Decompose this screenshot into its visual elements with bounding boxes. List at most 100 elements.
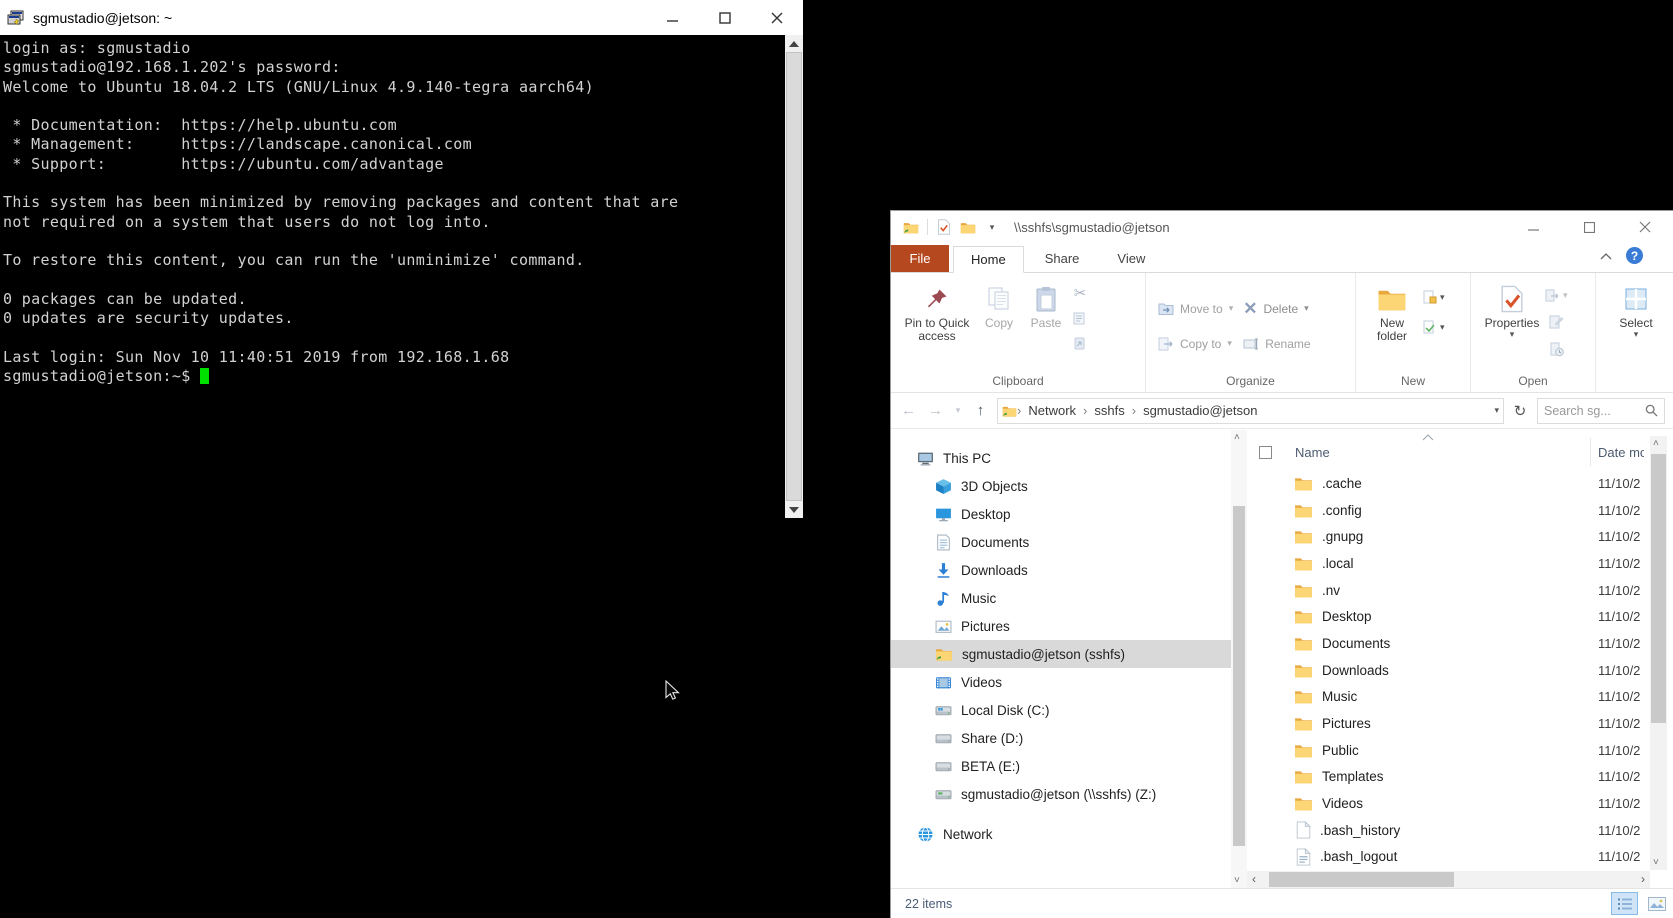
column-header-date-modified[interactable]: Date mo: [1598, 445, 1644, 460]
rename-button[interactable]: Rename: [1243, 331, 1310, 357]
paste-shortcut-button[interactable]: [1073, 332, 1087, 354]
details-view-button[interactable]: [1611, 892, 1638, 915]
tab-home[interactable]: Home: [953, 246, 1024, 273]
breadcrumb-network[interactable]: Network: [1021, 403, 1083, 418]
search-box[interactable]: [1537, 398, 1665, 424]
navpane-scrollbar[interactable]: ˄ ˅: [1231, 430, 1247, 888]
collapse-ribbon-icon[interactable]: [1600, 252, 1612, 260]
pin-to-quick-access-button[interactable]: Pin to Quick access: [899, 278, 975, 370]
sidebar-item-pictures[interactable]: Pictures: [891, 612, 1231, 640]
properties-button[interactable]: Properties ▾: [1479, 278, 1545, 370]
sidebar-item-3d-objects[interactable]: 3D Objects: [891, 472, 1231, 500]
explorer-titlebar[interactable]: ▾ \\sshfs\sgmustadio@jetson: [891, 211, 1673, 243]
history-button[interactable]: [1545, 338, 1568, 360]
sidebar-item-share-d[interactable]: Share (D:): [891, 724, 1231, 752]
scroll-down-arrow-icon[interactable]: ˅: [1234, 875, 1240, 886]
file-row[interactable]: Pictures 11/10/2: [1247, 710, 1650, 737]
breadcrumb-sshfs[interactable]: sshfs: [1087, 403, 1131, 418]
back-button[interactable]: ←: [895, 398, 922, 424]
refresh-button[interactable]: ↻: [1507, 398, 1533, 424]
terminal-scrollbar[interactable]: [785, 35, 803, 518]
qat-properties-button[interactable]: [932, 215, 956, 239]
tab-view[interactable]: View: [1100, 245, 1162, 272]
copy-button[interactable]: Copy: [975, 278, 1023, 370]
file-row[interactable]: Music 11/10/2: [1247, 684, 1650, 711]
sidebar-item-videos[interactable]: Videos: [891, 668, 1231, 696]
column-header-name[interactable]: Name: [1295, 445, 1330, 460]
copy-to-button[interactable]: Copy to ▾: [1158, 331, 1233, 357]
search-input[interactable]: [1544, 404, 1645, 418]
new-folder-button[interactable]: New folder: [1364, 278, 1420, 370]
sidebar-item-this-pc[interactable]: This PC: [891, 444, 1231, 472]
qat-new-folder-button[interactable]: [956, 215, 980, 239]
scroll-down-arrow-icon[interactable]: ˅: [1653, 857, 1659, 868]
edit-button[interactable]: [1545, 311, 1568, 333]
breadcrumb-current-folder[interactable]: sgmustadio@jetson: [1136, 403, 1264, 418]
file-row[interactable]: .local 11/10/2: [1247, 550, 1650, 577]
paste-button[interactable]: Paste: [1023, 278, 1069, 370]
explorer-maximize-button[interactable]: [1561, 211, 1617, 243]
sidebar-item-sshfs-selected[interactable]: sgmustadio@jetson (sshfs): [891, 640, 1231, 668]
column-separator[interactable]: [1590, 438, 1591, 466]
scrollbar-thumb[interactable]: [1651, 454, 1666, 723]
putty-minimize-button[interactable]: [647, 0, 699, 35]
tab-share[interactable]: Share: [1028, 245, 1097, 272]
new-item-button[interactable]: ▾: [1422, 286, 1445, 308]
putty-close-button[interactable]: [751, 0, 803, 35]
recent-locations-dropdown[interactable]: ▾: [949, 398, 967, 424]
terminal-line: sgmustadio@192.168.1.202's password:: [3, 58, 781, 77]
qat-customize-dropdown[interactable]: ▾: [980, 215, 1004, 239]
putty-maximize-button[interactable]: [699, 0, 751, 35]
file-row[interactable]: .cache 11/10/2: [1247, 470, 1650, 497]
scroll-up-arrow-icon[interactable]: ˄: [1234, 432, 1240, 443]
sidebar-item-local-disk-c[interactable]: Local Disk (C:): [891, 696, 1231, 724]
file-row[interactable]: .gnupg 11/10/2: [1247, 523, 1650, 550]
up-button[interactable]: ↑: [967, 398, 994, 424]
sidebar-item-network[interactable]: Network: [891, 820, 1231, 848]
file-row[interactable]: Templates 11/10/2: [1247, 764, 1650, 791]
filelist-horizontal-scrollbar[interactable]: ‹ ›: [1247, 871, 1650, 888]
file-row[interactable]: .bash_logout 11/10/2: [1247, 844, 1650, 870]
scroll-down-arrow-icon[interactable]: [785, 501, 803, 518]
file-row[interactable]: .config 11/10/2: [1247, 497, 1650, 524]
file-row[interactable]: .bash_history 11/10/2: [1247, 817, 1650, 844]
copy-path-button[interactable]: [1073, 307, 1087, 329]
sidebar-item-beta-e[interactable]: BETA (E:): [891, 752, 1231, 780]
cut-button[interactable]: ✂: [1073, 282, 1087, 304]
open-button[interactable]: ▾: [1545, 284, 1568, 306]
select-all-checkbox[interactable]: [1259, 446, 1272, 459]
explorer-minimize-button[interactable]: [1505, 211, 1561, 243]
terminal-line: not required on a system that users do n…: [3, 213, 781, 232]
sidebar-item-desktop[interactable]: Desktop: [891, 500, 1231, 528]
putty-titlebar[interactable]: sgmustadio@jetson: ~: [0, 0, 803, 35]
help-button[interactable]: ?: [1626, 247, 1643, 264]
scroll-up-arrow-icon[interactable]: [785, 35, 803, 52]
select-button[interactable]: Select ▾: [1610, 278, 1662, 370]
file-row[interactable]: Public 11/10/2: [1247, 737, 1650, 764]
sidebar-item-sshfs-z-drive[interactable]: sgmustadio@jetson (\\sshfs) (Z:): [891, 780, 1231, 808]
scrollbar-thumb[interactable]: [786, 52, 802, 501]
address-bar[interactable]: › Network › sshfs › sgmustadio@jetson ▾: [997, 398, 1504, 424]
file-row[interactable]: Desktop 11/10/2: [1247, 603, 1650, 630]
file-row[interactable]: .nv 11/10/2: [1247, 577, 1650, 604]
scroll-right-arrow-icon[interactable]: ›: [1641, 872, 1645, 887]
sidebar-item-music[interactable]: Music: [891, 584, 1231, 612]
tab-file[interactable]: File: [891, 245, 949, 272]
address-dropdown-icon[interactable]: ▾: [1494, 406, 1499, 415]
explorer-close-button[interactable]: [1617, 211, 1673, 243]
delete-button[interactable]: ✕ Delete ▾: [1243, 296, 1310, 322]
file-row[interactable]: Downloads 11/10/2: [1247, 657, 1650, 684]
file-row[interactable]: Videos 11/10/2: [1247, 790, 1650, 817]
sidebar-item-downloads[interactable]: Downloads: [891, 556, 1231, 584]
scroll-left-arrow-icon[interactable]: ‹: [1252, 872, 1256, 887]
thumbnail-view-button[interactable]: [1643, 892, 1670, 915]
scroll-up-arrow-icon[interactable]: ˄: [1653, 438, 1659, 449]
file-row[interactable]: Documents 11/10/2: [1247, 630, 1650, 657]
easy-access-button[interactable]: ▾: [1422, 316, 1445, 338]
forward-button[interactable]: →: [922, 398, 949, 424]
move-to-button[interactable]: Move to ▾: [1158, 296, 1233, 322]
filelist-vertical-scrollbar[interactable]: ˄ ˅: [1650, 436, 1667, 870]
sidebar-item-documents[interactable]: Documents: [891, 528, 1231, 556]
scrollbar-thumb[interactable]: [1269, 872, 1454, 887]
scrollbar-thumb[interactable]: [1233, 506, 1245, 846]
